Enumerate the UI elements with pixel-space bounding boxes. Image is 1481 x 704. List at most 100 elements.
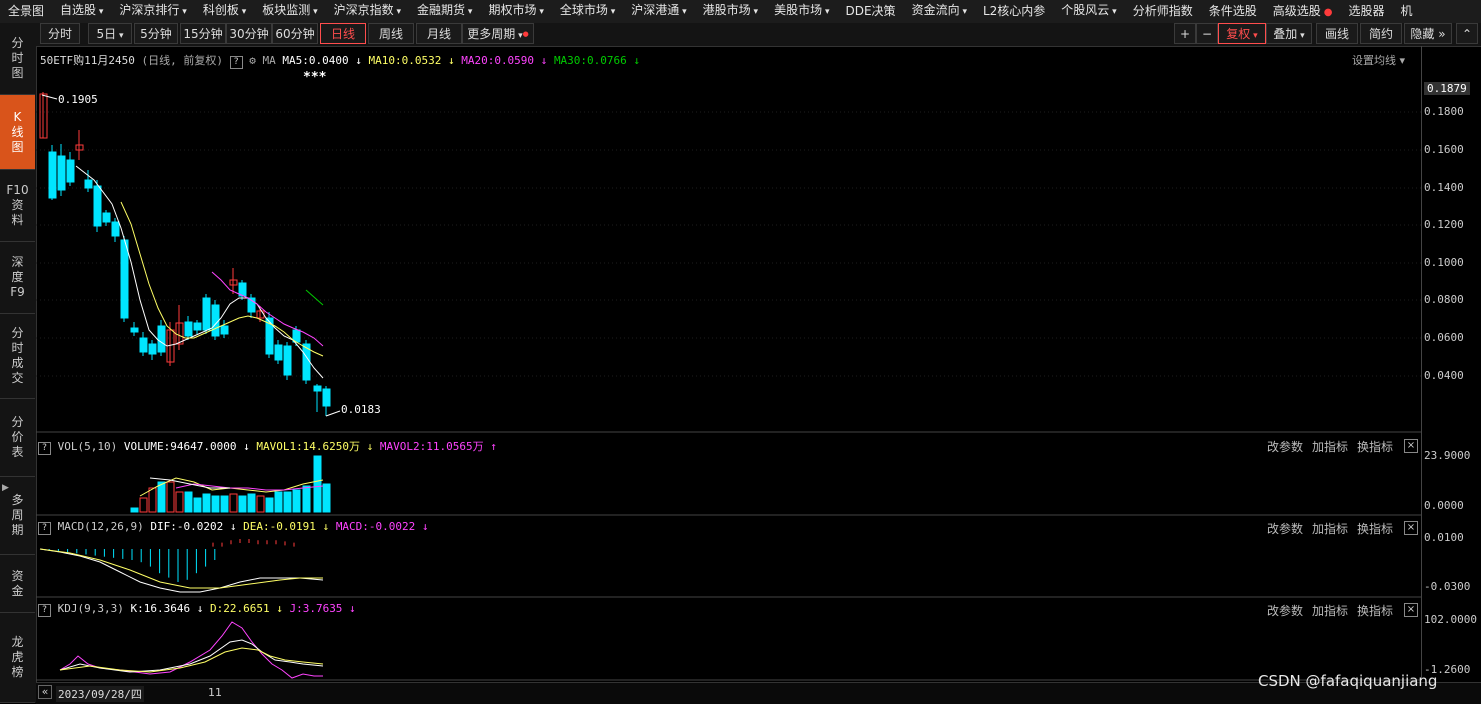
high-price-label: 0.1905 <box>58 93 98 106</box>
stars-marker: *** <box>303 70 327 85</box>
candle <box>220 325 229 335</box>
candle <box>48 151 57 199</box>
panel-button[interactable]: 换指标 <box>1357 520 1393 537</box>
ma5-value: MA5:0.0400 <box>282 54 349 67</box>
d-line <box>59 647 324 673</box>
macd-legend: ? MACD(12,26,9) DIF:-0.0202 ↓ DEA:-0.019… <box>38 520 429 535</box>
volume-bar <box>238 495 247 513</box>
candle <box>322 388 331 407</box>
volume-bar <box>283 491 292 513</box>
candle <box>184 321 193 337</box>
panel-button[interactable]: 换指标 <box>1357 602 1393 619</box>
price-tick: 0.1200 <box>1424 218 1464 231</box>
candle <box>93 185 102 227</box>
volume-bar <box>292 489 301 513</box>
volume-value: VOLUME:94647.0000 <box>123 440 237 453</box>
volume-bar <box>220 495 229 513</box>
panel-button[interactable]: 改参数 <box>1267 520 1303 537</box>
candle <box>139 337 148 353</box>
volume-bar <box>313 455 322 513</box>
volume-bar <box>211 495 220 513</box>
ma-settings-label: 设置均线 <box>1352 54 1396 67</box>
price-tick: 0.0400 <box>1424 369 1464 382</box>
macd-label: MACD(12,26,9) <box>57 520 144 533</box>
j-line <box>59 621 323 679</box>
kline-chart <box>36 92 1421 681</box>
candle <box>313 385 322 392</box>
volume-bar <box>274 491 283 513</box>
close-icon[interactable]: × <box>1404 521 1418 535</box>
indicator-tick: 0.0000 <box>1424 499 1464 512</box>
x-tick: 11 <box>208 686 222 699</box>
ma30-line <box>305 289 324 306</box>
candle <box>102 212 111 223</box>
panel-button[interactable]: 改参数 <box>1267 438 1303 455</box>
indicator-tick: -0.0300 <box>1424 580 1471 593</box>
candle <box>120 239 129 319</box>
candle <box>202 297 211 331</box>
help-icon[interactable]: ? <box>38 442 51 455</box>
volume-bar <box>148 487 157 513</box>
volume-bar <box>193 497 202 513</box>
security-name: 50ETF购11月2450 <box>40 54 135 67</box>
volume-bar <box>256 495 265 513</box>
ma30-value: MA30:0.0766 <box>553 54 627 67</box>
volume-bar <box>130 507 139 513</box>
main-legend: 50ETF购11月2450 (日线, 前复权) ? ⚙ MA MA5:0.040… <box>40 54 641 69</box>
candle <box>283 345 292 376</box>
panel-button[interactable]: 改参数 <box>1267 602 1303 619</box>
volume-bar <box>202 493 211 513</box>
close-icon[interactable]: × <box>1404 439 1418 453</box>
candle <box>111 221 120 237</box>
dea-value: DEA:-0.0191 <box>243 520 316 533</box>
help-icon[interactable]: ? <box>229 56 243 69</box>
help-icon[interactable]: ? <box>38 604 51 617</box>
price-tick: 0.1879 <box>1424 82 1470 95</box>
volume-bar <box>184 491 193 513</box>
candle <box>274 344 283 361</box>
indicator-tick: 0.0100 <box>1424 531 1464 544</box>
candle <box>193 322 202 331</box>
help-icon[interactable]: ? <box>38 522 51 535</box>
watermark: CSDN @fafaqiquanjiang <box>1258 672 1438 690</box>
panel-button[interactable]: 加指标 <box>1312 602 1348 619</box>
price-tick: 0.0600 <box>1424 331 1464 344</box>
panel-button[interactable]: 换指标 <box>1357 438 1393 455</box>
chart-subtitle: (日线, 前复权) <box>141 54 223 67</box>
panel-button[interactable]: 加指标 <box>1312 520 1348 537</box>
volume-bar <box>229 493 238 513</box>
cursor-date: 2023/09/28/四 <box>56 686 144 702</box>
macd-value: MACD:-0.0022 <box>335 520 416 533</box>
volume-bar <box>247 493 256 513</box>
low-price-label: 0.0183 <box>341 403 381 416</box>
kdj-label: KDJ(9,3,3) <box>57 602 124 615</box>
panel-button[interactable]: 加指标 <box>1312 438 1348 455</box>
candle <box>211 304 220 337</box>
vol-label: VOL(5,10) <box>57 440 118 453</box>
candle <box>66 159 75 183</box>
ma20-value: MA20:0.0590 <box>461 54 535 67</box>
d-value: D:22.6651 <box>209 602 270 615</box>
high-arrow <box>41 94 58 100</box>
price-tick: 0.1800 <box>1424 105 1464 118</box>
indicator-tick: 23.9000 <box>1424 449 1471 462</box>
candle <box>157 325 166 353</box>
ma-label: MA <box>262 54 276 67</box>
volume-bar <box>139 497 148 513</box>
dea-line <box>39 548 323 589</box>
candle <box>84 179 93 189</box>
price-tick: 0.1400 <box>1424 181 1464 194</box>
gear-icon[interactable]: ⚙ <box>249 54 256 67</box>
vol-legend: ? VOL(5,10) VOLUME:94647.0000 ↓ MAVOL1:1… <box>38 438 497 455</box>
volume-bar <box>322 483 331 513</box>
scroll-left-icon[interactable]: « <box>38 685 52 699</box>
candle <box>57 155 66 191</box>
candle <box>148 343 157 355</box>
volume-bar <box>265 497 274 513</box>
dif-value: DIF:-0.0202 <box>150 520 224 533</box>
close-icon[interactable]: × <box>1404 603 1418 617</box>
low-arrow <box>325 410 341 417</box>
ma-settings-button[interactable]: 设置均线 ▾ <box>1352 52 1405 68</box>
k-value: K:16.3646 <box>130 602 191 615</box>
volume-bar <box>166 481 175 513</box>
